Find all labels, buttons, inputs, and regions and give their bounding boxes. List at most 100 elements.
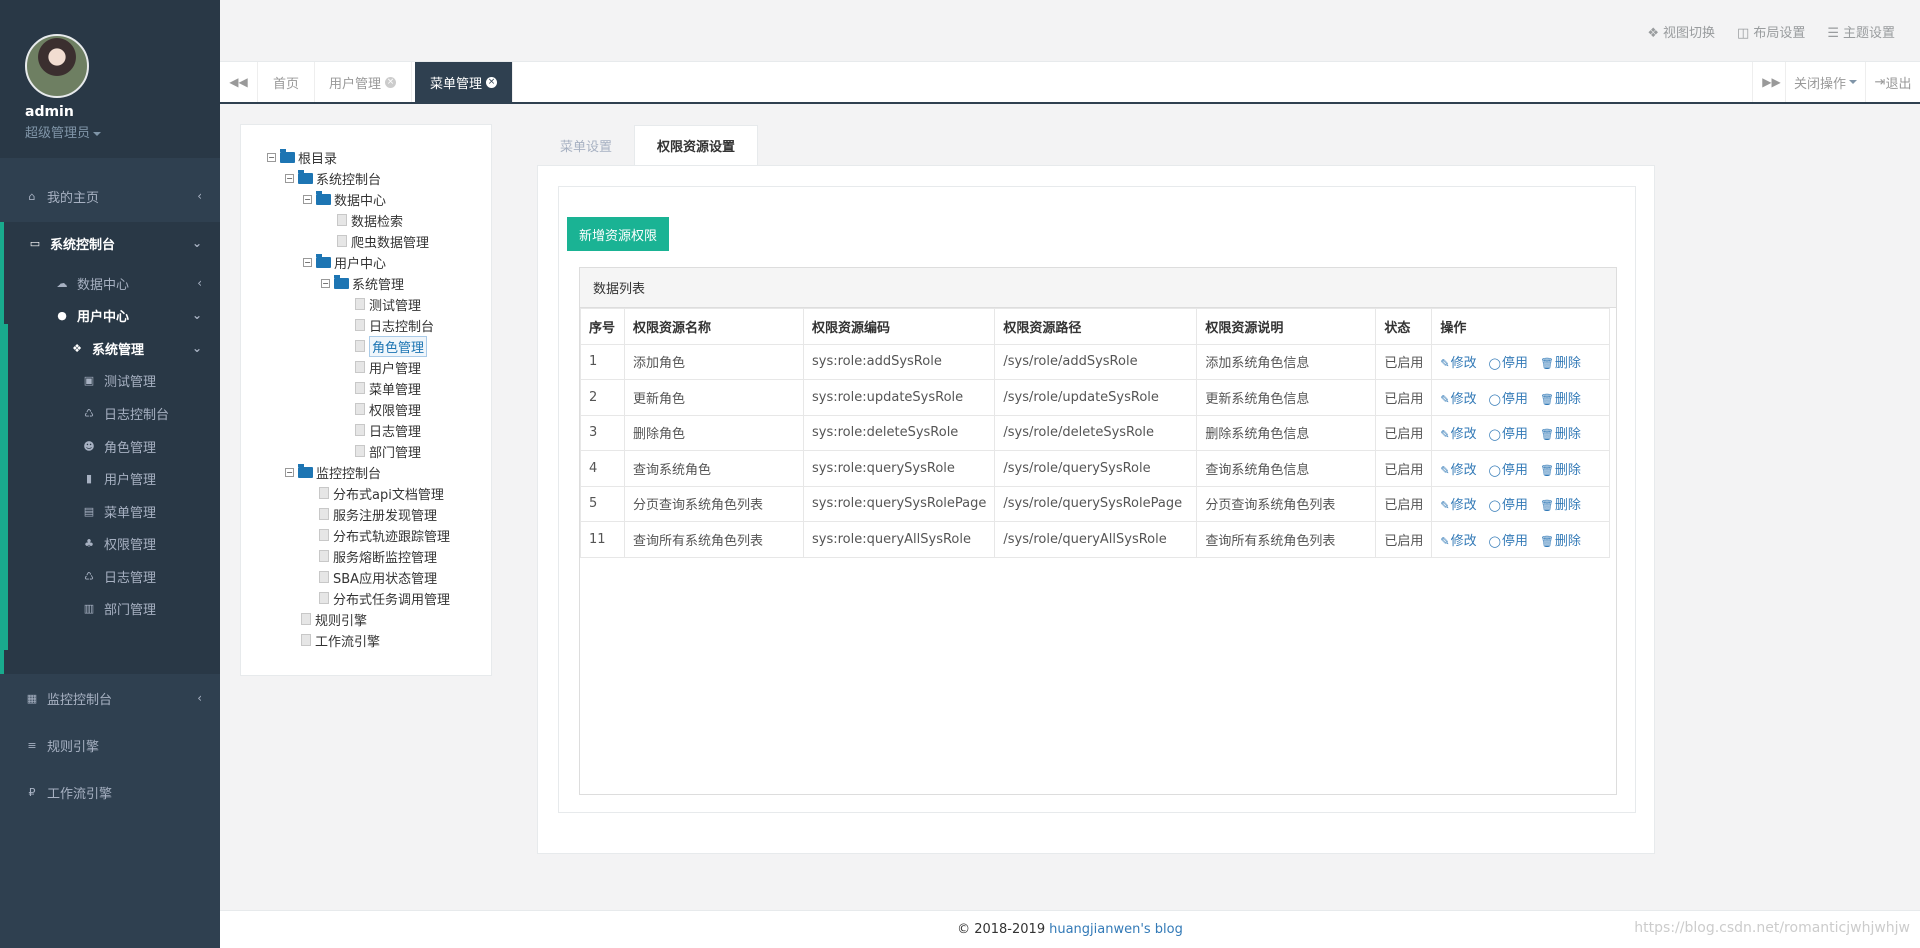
edit-button[interactable]: ✎修改	[1440, 392, 1476, 407]
logout-button[interactable]: ⇥ 退出	[1865, 62, 1920, 102]
chevron-left-icon: ‹	[197, 691, 202, 705]
tree-node-monitor-console[interactable]: − 监控控制台	[285, 462, 381, 482]
close-icon[interactable]: ×	[385, 76, 397, 88]
tree-node-root[interactable]: − 根目录	[267, 147, 337, 167]
tab-menu-manage[interactable]: 菜单管理 ×	[415, 62, 514, 102]
collapse-icon[interactable]: −	[267, 152, 276, 162]
disable-button[interactable]: ◯停用	[1489, 498, 1528, 513]
tree-node-item[interactable]: 测试管理	[355, 294, 421, 314]
nav-system-console[interactable]: ▭ 系统控制台 ⌄	[0, 223, 220, 263]
trash-icon: 🗑	[1539, 499, 1554, 513]
table-cell: 11	[580, 521, 625, 558]
user-role-dropdown[interactable]: 超级管理员	[25, 122, 220, 141]
table-cell: sys:role:deleteSysRole	[802, 414, 996, 451]
tree-node-item[interactable]: 日志控制台	[355, 315, 434, 335]
edit-icon: ✎	[1440, 392, 1450, 406]
tab-user-manage[interactable]: 用户管理 ×	[314, 62, 413, 102]
tree-node-monitor-item[interactable]: 分布式任务调用管理	[319, 588, 450, 608]
close-icon[interactable]: ×	[486, 76, 498, 88]
file-icon	[319, 529, 329, 541]
scroll-tabs-left-button[interactable]: ◀◀	[220, 62, 258, 102]
disable-button[interactable]: ◯停用	[1489, 463, 1528, 478]
disable-button[interactable]: ◯停用	[1489, 427, 1528, 442]
edit-button[interactable]: ✎修改	[1440, 463, 1476, 478]
collapse-icon[interactable]: −	[303, 194, 312, 204]
nav-sub-department[interactable]: ▥ 部门管理	[0, 588, 220, 628]
tree-node-data-center[interactable]: − 数据中心	[303, 189, 386, 209]
edit-button[interactable]: ✎修改	[1440, 356, 1476, 371]
add-permission-button[interactable]: 新增资源权限	[567, 217, 670, 251]
tree-node-item[interactable]: 用户管理	[355, 357, 421, 377]
edit-button[interactable]: ✎修改	[1440, 534, 1476, 549]
trash-icon: 🗑	[1539, 534, 1554, 548]
tree-label: 监控控制台	[316, 466, 382, 482]
tree-node-item[interactable]: 菜单管理	[355, 378, 421, 398]
collapse-icon[interactable]: −	[321, 278, 330, 288]
tree-node-rule-engine[interactable]: 规则引擎	[301, 609, 367, 629]
layout-settings-link[interactable]: ◫ 布局设置	[1737, 22, 1805, 41]
file-icon	[355, 424, 365, 436]
operations-cell: ✎修改 ◯停用 🗑删除	[1431, 450, 1611, 487]
close-operations-dropdown[interactable]: 关闭操作	[1784, 62, 1865, 102]
tree-node-monitor-item[interactable]: 分布式api文档管理	[319, 483, 444, 503]
edit-icon: ✎	[1440, 463, 1450, 477]
nav-home[interactable]: ⌂ 我的主页 ‹	[0, 176, 220, 216]
tree-node-data-search[interactable]: 数据检索	[337, 210, 403, 230]
disable-button[interactable]: ◯停用	[1489, 392, 1528, 407]
avatar[interactable]	[25, 34, 89, 98]
tree-node-user-center[interactable]: − 用户中心	[303, 252, 386, 272]
delete-button[interactable]: 🗑删除	[1540, 534, 1581, 549]
sitemap-icon: ♣	[84, 536, 94, 550]
tree-node-monitor-item[interactable]: 分布式轨迹跟踪管理	[319, 525, 450, 545]
tab-menu-settings[interactable]: 菜单设置	[538, 125, 634, 165]
page-tabs-bar: ◀◀ 首页 用户管理 × 菜单管理 × ▶▶ 关闭操作 ⇥ 退出	[220, 62, 1920, 104]
collapse-icon[interactable]: −	[285, 467, 294, 477]
theme-settings-link[interactable]: ☰ 主题设置	[1827, 22, 1895, 41]
file-icon	[355, 382, 365, 394]
delete-button[interactable]: 🗑删除	[1540, 392, 1581, 407]
collapse-icon[interactable]: −	[303, 257, 312, 267]
column-header: 权限资源说明	[1196, 308, 1377, 345]
folder-icon	[316, 190, 331, 205]
delete-button[interactable]: 🗑删除	[1540, 498, 1581, 513]
operations-cell: ✎修改 ◯停用 🗑删除	[1431, 343, 1611, 380]
tree-node-monitor-item[interactable]: 服务注册发现管理	[319, 504, 437, 524]
tree-node-monitor-item[interactable]: SBA应用状态管理	[319, 567, 437, 587]
tab-home[interactable]: 首页	[258, 62, 316, 102]
delete-button[interactable]: 🗑删除	[1540, 427, 1581, 442]
nav-workflow-engine[interactable]: ₽ 工作流引擎	[0, 772, 220, 812]
operations-cell: ✎修改 ◯停用 🗑删除	[1431, 379, 1611, 416]
disable-button[interactable]: ◯停用	[1489, 356, 1528, 371]
view-switch-link[interactable]: ❖ 视图切换	[1647, 22, 1715, 41]
edit-button[interactable]: ✎修改	[1440, 498, 1476, 513]
tree-node-item[interactable]: 日志管理	[355, 420, 421, 440]
tree-node-monitor-item[interactable]: 服务熔断监控管理	[319, 546, 437, 566]
chevron-left-icon: ‹	[197, 276, 202, 290]
delete-button[interactable]: 🗑删除	[1540, 463, 1581, 478]
tree-label: 服务注册发现管理	[333, 508, 438, 524]
file-icon	[355, 319, 365, 331]
edit-button[interactable]: ✎修改	[1440, 427, 1476, 442]
tab-permission-settings[interactable]: 权限资源设置	[634, 125, 759, 165]
table-cell: 删除角色	[624, 414, 804, 451]
table-cell: 2	[580, 379, 625, 416]
table-row: 1 添加角色 sys:role:addSysRole/sys/role/addSys…	[580, 343, 1611, 380]
tree-node-crawler-data[interactable]: 爬虫数据管理	[337, 231, 429, 251]
collapse-icon[interactable]: −	[285, 173, 294, 183]
nav-monitor-console[interactable]: ▦ 监控控制台 ‹	[0, 678, 220, 718]
tree-label: 根目录	[298, 151, 338, 167]
tree-node-item[interactable]: 部门管理	[355, 441, 421, 461]
tree-node-item-selected[interactable]: 角色管理	[355, 335, 428, 357]
disable-button[interactable]: ◯停用	[1489, 534, 1528, 549]
tree-node-system-console[interactable]: − 系统控制台	[285, 168, 381, 188]
table-cell: 删除系统角色信息	[1196, 414, 1377, 451]
blog-link[interactable]: huangjianwen's blog	[1049, 922, 1183, 937]
tree-node-item[interactable]: 权限管理	[355, 399, 421, 419]
file-icon	[355, 361, 365, 373]
power-icon: ◯	[1488, 534, 1501, 548]
tree-node-system-manage[interactable]: − 系统管理	[321, 273, 404, 293]
table-cell: /sys/role/queryAllSysRole	[994, 521, 1198, 558]
nav-rule-engine[interactable]: ≡ 规则引擎	[0, 725, 220, 765]
tree-node-workflow-engine[interactable]: 工作流引擎	[301, 630, 380, 650]
delete-button[interactable]: 🗑删除	[1540, 356, 1581, 371]
